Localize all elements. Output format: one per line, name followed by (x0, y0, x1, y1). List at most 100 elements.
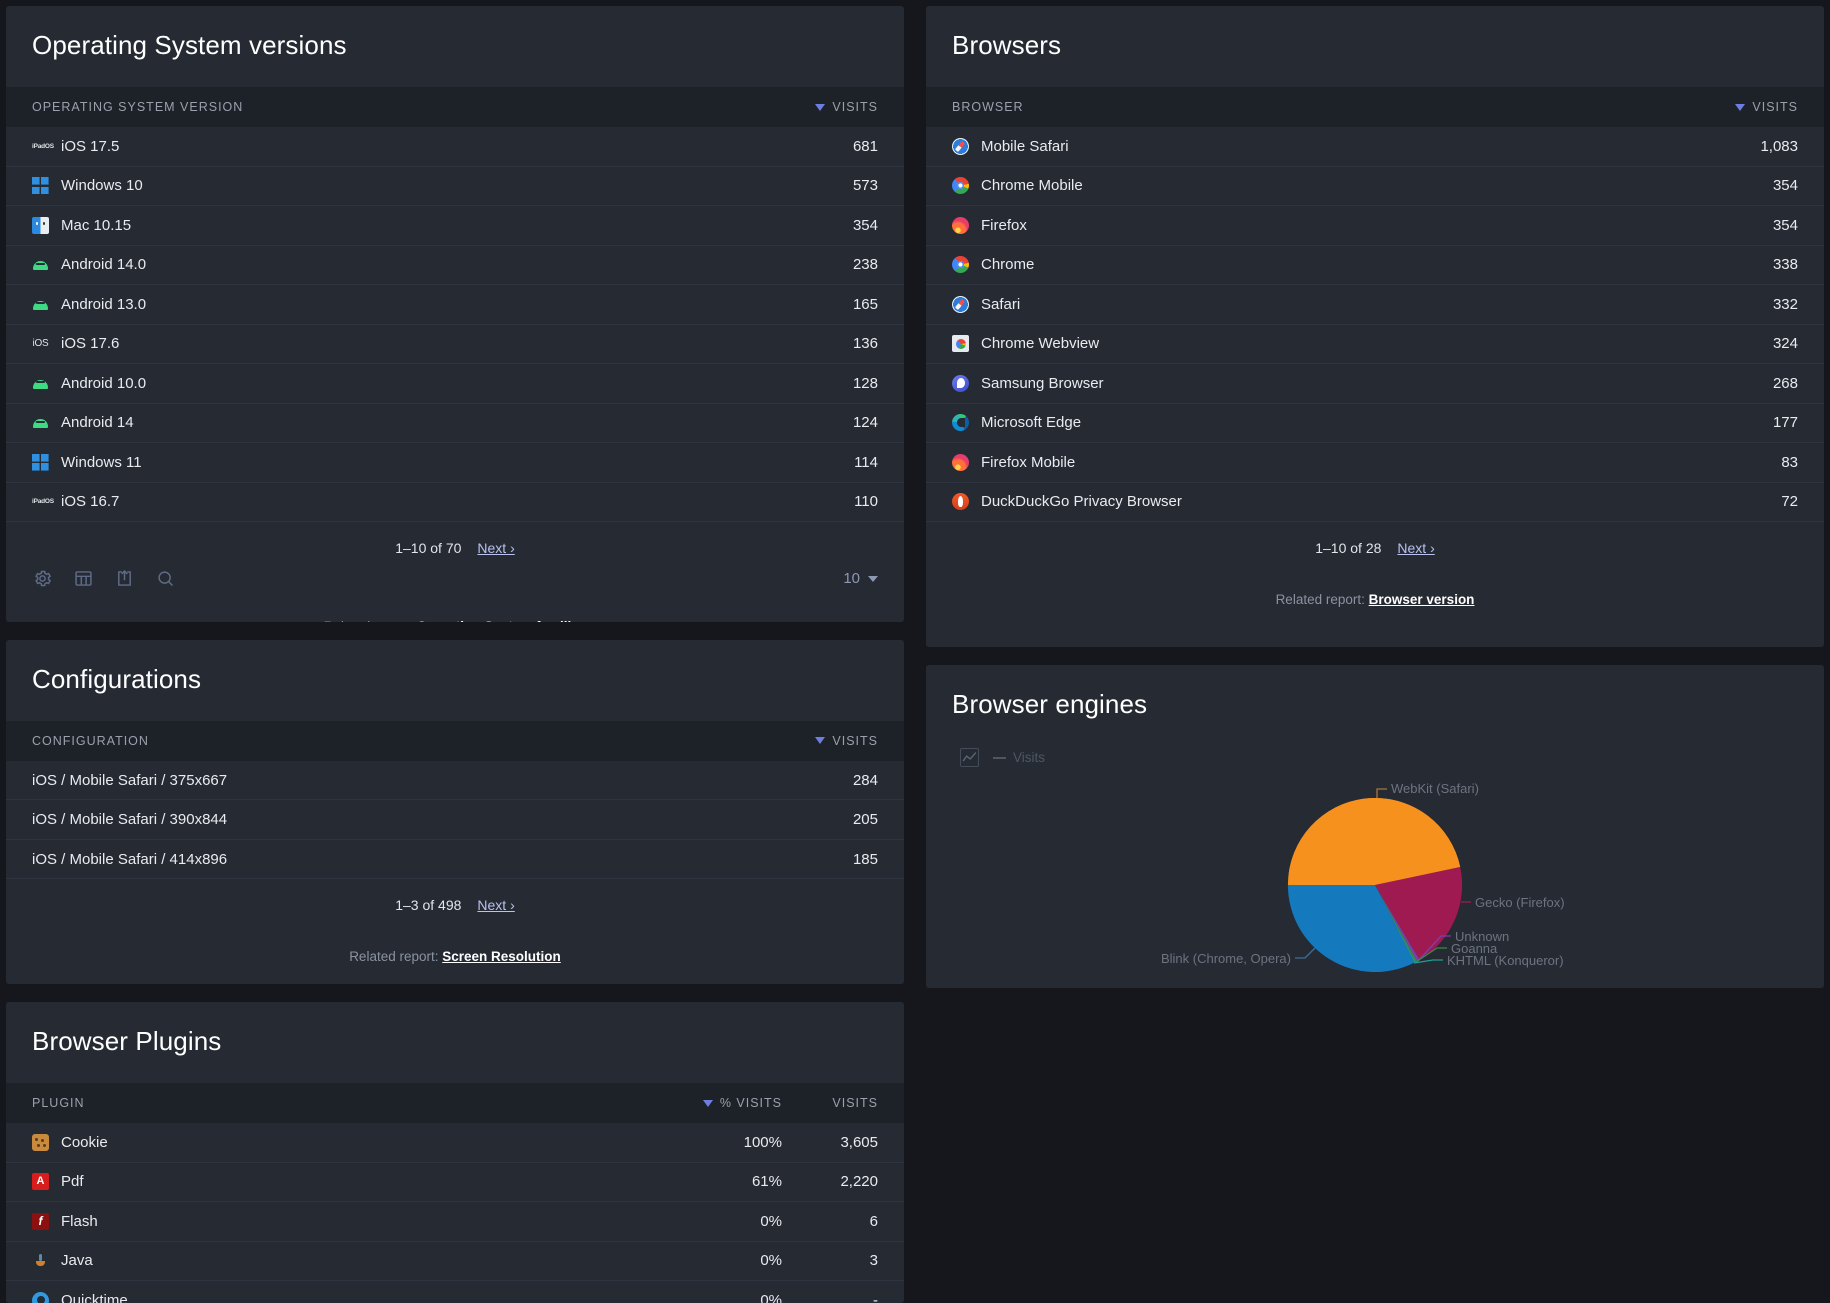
column-header-plugin[interactable]: PLUGIN (32, 1096, 686, 1110)
safari-icon (952, 295, 969, 313)
next-page-link[interactable]: Next › (1397, 540, 1434, 556)
android-icon (32, 375, 49, 392)
os-visits: 128 (852, 374, 878, 392)
edge-icon (952, 414, 969, 432)
os-visits: 573 (852, 177, 878, 195)
configuration-visits: 205 (852, 811, 878, 829)
search-icon[interactable] (155, 568, 176, 589)
pdf-icon (32, 1173, 49, 1191)
right-column: Browsers BROWSER VISITS Mobile Safari 1,… (926, 6, 1824, 1303)
table-row[interactable]: Pdf 61% 2,220 (6, 1163, 904, 1203)
column-header-visits[interactable]: VISITS (782, 1096, 878, 1110)
table-row[interactable]: Mac 10.15 354 (6, 206, 904, 246)
browser-visits: 1,083 (1760, 137, 1798, 155)
plugins-table-body: Cookie 100% 3,605 Pdf 61% 2,220 Flash 0%… (6, 1123, 904, 1303)
plugin-label: Pdf (61, 1173, 84, 1191)
android-icon (32, 256, 49, 273)
next-page-link[interactable]: Next › (477, 540, 514, 556)
table-row[interactable]: Mobile Safari 1,083 (926, 127, 1824, 167)
sort-desc-icon (815, 103, 826, 111)
plugin-visits: 3 (869, 1252, 878, 1270)
column-header-visits[interactable]: VISITS (1678, 100, 1798, 114)
samsung-browser-icon (952, 374, 969, 392)
related-report-link[interactable]: Operating System families (417, 619, 587, 622)
table-row[interactable]: Android 14.0 238 (6, 246, 904, 285)
browsers-table-body: Mobile Safari 1,083 Chrome Mobile 354 Fi… (926, 127, 1824, 522)
table-row[interactable]: Java 0% 3 (6, 1242, 904, 1282)
pie-slice-webkit-top (1287, 797, 1461, 885)
table-row[interactable]: DuckDuckGo Privacy Browser 72 (926, 483, 1824, 522)
column-header-visits[interactable]: VISITS (758, 734, 878, 748)
os-visits: 238 (852, 256, 878, 274)
table-row[interactable]: Android 14 124 (6, 404, 904, 443)
related-report-link[interactable]: Browser version (1369, 592, 1475, 607)
export-icon[interactable] (114, 568, 135, 589)
table-row[interactable]: Android 10.0 128 (6, 364, 904, 404)
related-report: Related report: Screen Resolution (6, 913, 904, 984)
chevron-down-icon (868, 575, 878, 582)
table-columns-icon[interactable] (73, 568, 94, 589)
table-row[interactable]: Chrome Mobile 354 (926, 167, 1824, 206)
os-label: Mac 10.15 (61, 216, 132, 234)
page-title: Configurations (32, 663, 202, 694)
column-header-browser[interactable]: BROWSER (952, 100, 1678, 114)
pie-label-webkit: WebKit (Safari) (1391, 781, 1479, 796)
page-title: Browser Plugins (32, 1026, 222, 1057)
ios-icon: iOS (32, 338, 49, 350)
table-row[interactable]: Firefox Mobile 83 (926, 443, 1824, 483)
android-icon (32, 414, 49, 431)
table-row[interactable]: Samsung Browser 268 (926, 364, 1824, 404)
ipados-icon: iPadOS (32, 142, 54, 150)
column-header-visits[interactable]: VISITS (758, 100, 878, 114)
table-row[interactable]: iOS / Mobile Safari / 375x667 284 (6, 761, 904, 801)
safari-icon (952, 137, 969, 155)
os-visits: 165 (852, 295, 878, 313)
ipados-icon: iPadOS (32, 498, 54, 506)
table-row[interactable]: iOS iOS 17.6 136 (6, 325, 904, 364)
table-row[interactable]: Flash 0% 6 (6, 1202, 904, 1242)
legend-swatch (993, 756, 1006, 759)
plugin-visits: - (873, 1291, 878, 1303)
table-row[interactable]: Cookie 100% 3,605 (6, 1123, 904, 1163)
flash-icon (32, 1212, 49, 1230)
column-header-configuration[interactable]: CONFIGURATION (32, 734, 758, 748)
column-header-pct-visits[interactable]: % VISITS (686, 1096, 782, 1110)
table-row[interactable]: iOS / Mobile Safari / 390x844 205 (6, 800, 904, 840)
sort-desc-icon (702, 1099, 713, 1107)
os-visits: 124 (852, 414, 878, 432)
browser-visits: 354 (1772, 177, 1798, 195)
legend-item-visits[interactable]: Visits (993, 750, 1045, 765)
table-row[interactable]: iPadOS iOS 16.7 110 (6, 483, 904, 522)
plugin-pct: 0% (760, 1291, 782, 1303)
table-row[interactable]: Windows 10 573 (6, 167, 904, 206)
related-report: Related report: Browser version (926, 556, 1824, 647)
plugin-pct: 100% (743, 1133, 782, 1151)
plugin-pct: 0% (760, 1212, 782, 1230)
duckduckgo-icon (952, 493, 969, 511)
column-header-os[interactable]: OPERATING SYSTEM VERSION (32, 100, 758, 114)
table-row[interactable]: Chrome 338 (926, 246, 1824, 285)
os-label: Android 14.0 (61, 256, 147, 274)
table-row[interactable]: Android 13.0 165 (6, 285, 904, 325)
related-report-link[interactable]: Screen Resolution (442, 949, 561, 964)
table-row[interactable]: iOS / Mobile Safari / 414x896 185 (6, 840, 904, 880)
table-row[interactable]: iPadOS iOS 17.5 681 (6, 127, 904, 167)
os-label: iOS 16.7 (61, 493, 120, 511)
gear-icon[interactable] (32, 568, 53, 589)
table-row[interactable]: Windows 11 114 (6, 443, 904, 483)
table-row[interactable]: Firefox 354 (926, 206, 1824, 246)
configurations-table-body: iOS / Mobile Safari / 375x667 284 iOS / … (6, 761, 904, 880)
table-row[interactable]: Quicktime 0% - (6, 1281, 904, 1303)
browser-visits: 83 (1781, 453, 1798, 471)
chart-type-icon[interactable] (960, 748, 979, 767)
table-row[interactable]: Safari 332 (926, 285, 1824, 325)
firefox-icon (952, 216, 969, 234)
page-size-selector[interactable]: 10 (843, 570, 878, 587)
chrome-icon (952, 177, 969, 195)
table-row[interactable]: Microsoft Edge 177 (926, 404, 1824, 443)
table-row[interactable]: Chrome Webview 324 (926, 325, 1824, 364)
next-page-link[interactable]: Next › (477, 897, 514, 913)
plugin-label: Flash (61, 1212, 98, 1230)
os-visits: 354 (852, 216, 878, 234)
browser-visits: 72 (1781, 493, 1798, 511)
